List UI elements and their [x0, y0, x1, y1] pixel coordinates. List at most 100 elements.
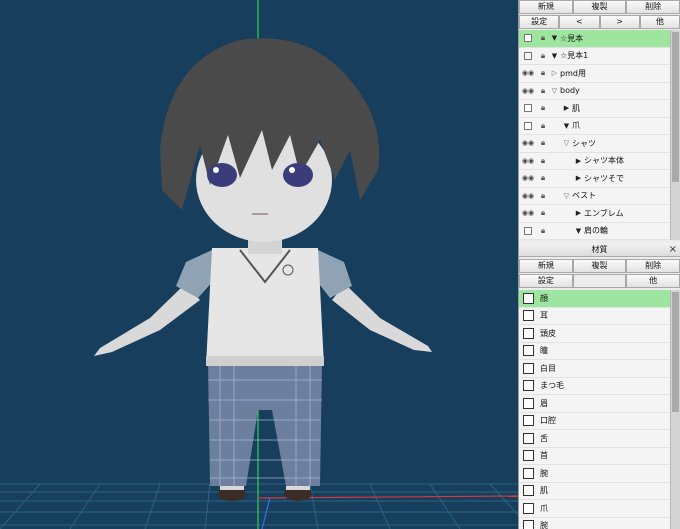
layer-row[interactable]: 🔒︎ ▶ 肌 [519, 100, 670, 118]
material-row[interactable]: 耳 [519, 308, 670, 325]
expand-arrow-icon[interactable]: ▽ [561, 192, 572, 200]
expand-arrow-icon[interactable]: ▽ [561, 139, 572, 147]
eye-icon[interactable]: ◉◉ [519, 192, 537, 200]
layer-row[interactable]: 🔒︎ ▼ ☆見本1 [519, 48, 670, 65]
layer-row[interactable]: ◉◉ 🔒︎ ▽ ベスト [519, 188, 670, 205]
layer-row[interactable]: ◉◉ 🔒︎ ▶ シャツ本体 [519, 153, 670, 170]
layer-row[interactable]: 🔒︎ ▼ 肩の輪 [519, 223, 670, 240]
material-row[interactable]: 肌 [519, 483, 670, 500]
material-blank-button[interactable] [572, 274, 627, 288]
material-visibility-checkbox[interactable] [523, 327, 534, 339]
lock-icon[interactable]: 🔒︎ [537, 51, 549, 61]
material-visibility-checkbox[interactable] [523, 292, 534, 304]
eye-icon[interactable]: ◉◉ [519, 157, 537, 165]
material-panel-titlebar: 材質 × [519, 243, 680, 257]
layer-row[interactable]: ◉◉ 🔒︎ ▶ シャツそで [519, 170, 670, 188]
eye-icon[interactable]: ◉◉ [519, 209, 537, 217]
material-visibility-checkbox[interactable] [523, 310, 534, 322]
expand-arrow-icon[interactable]: ▷ [549, 69, 560, 77]
material-row[interactable]: 爪 [519, 500, 670, 518]
material-visibility-checkbox[interactable] [523, 520, 534, 529]
material-visibility-checkbox[interactable] [523, 397, 534, 409]
eye-icon[interactable]: ◉◉ [519, 69, 537, 77]
material-row[interactable]: 口腔 [519, 413, 670, 430]
material-visibility-checkbox[interactable] [523, 502, 534, 514]
layer-other-button[interactable]: 他 [639, 15, 680, 29]
lock-icon[interactable]: 🔒︎ [537, 138, 549, 148]
material-delete-button[interactable]: 削除 [626, 259, 680, 273]
layer-settings-button[interactable]: 設定 [519, 15, 560, 29]
layer-scrollbar-thumb[interactable] [672, 32, 679, 182]
expand-arrow-icon[interactable]: ▼ [561, 122, 572, 130]
visibility-checkbox[interactable] [519, 226, 537, 235]
material-visibility-checkbox[interactable] [523, 485, 534, 497]
material-row[interactable]: 白目 [519, 360, 670, 378]
material-new-button[interactable]: 新規 [519, 259, 573, 273]
layer-name: ベスト [572, 191, 597, 201]
character-model [94, 38, 432, 501]
material-row[interactable]: まつ毛 [519, 378, 670, 395]
material-row[interactable]: 眉 [519, 395, 670, 413]
lock-icon[interactable]: 🔒︎ [537, 86, 549, 96]
close-icon[interactable]: × [669, 243, 677, 256]
visibility-checkbox[interactable] [519, 51, 537, 60]
layer-next-button[interactable]: > [599, 15, 640, 29]
visibility-checkbox[interactable] [519, 34, 537, 43]
layer-row[interactable]: ◉◉ 🔒︎ ▷ pmd用 [519, 65, 670, 83]
material-scrollbar-thumb[interactable] [672, 292, 679, 412]
visibility-checkbox[interactable] [519, 104, 537, 113]
material-duplicate-button[interactable]: 複製 [572, 259, 627, 273]
layer-row[interactable]: 🔒︎ ▼ ☆見本 [519, 30, 670, 48]
lock-icon[interactable]: 🔒︎ [537, 191, 549, 201]
material-row[interactable]: 顔 [519, 290, 670, 308]
material-visibility-checkbox[interactable] [523, 380, 534, 392]
layer-prev-button[interactable]: < [559, 15, 600, 29]
material-name: 口腔 [540, 416, 556, 426]
material-row[interactable]: 瞳 [519, 343, 670, 360]
material-panel: 材質 × 新規 複製 削除 設定 他 顔耳頭皮瞳白目 まつ毛眉口腔舌首腕肌爪腕 [518, 243, 680, 529]
material-visibility-checkbox[interactable] [523, 450, 534, 462]
material-other-button[interactable]: 他 [626, 274, 680, 288]
material-visibility-checkbox[interactable] [523, 345, 534, 357]
lock-icon[interactable]: 🔒︎ [537, 68, 549, 78]
lock-icon[interactable]: 🔒︎ [537, 156, 549, 166]
expand-arrow-icon[interactable]: ▶ [573, 157, 584, 165]
layer-delete-button[interactable]: 削除 [626, 0, 680, 14]
expand-arrow-icon[interactable]: ▶ [561, 104, 572, 112]
material-settings-button[interactable]: 設定 [519, 274, 573, 288]
material-row[interactable]: 首 [519, 448, 670, 465]
layer-row[interactable]: ◉◉ 🔒︎ ▽ シャツ [519, 135, 670, 153]
expand-arrow-icon[interactable]: ▼ [549, 34, 560, 42]
expand-arrow-icon[interactable]: ▶ [573, 174, 584, 182]
material-visibility-checkbox[interactable] [523, 432, 534, 444]
material-visibility-checkbox[interactable] [523, 467, 534, 479]
layer-row[interactable]: ◉◉ 🔒︎ ▽ body [519, 83, 670, 100]
layer-row[interactable]: ◉◉ 🔒︎ ▶ エンブレム [519, 205, 670, 223]
material-row[interactable]: 腕 [519, 518, 670, 529]
layer-new-button[interactable]: 新規 [519, 0, 573, 14]
visibility-checkbox[interactable] [519, 121, 537, 130]
eye-icon[interactable]: ◉◉ [519, 87, 537, 95]
material-row[interactable]: 舌 [519, 430, 670, 448]
lock-icon[interactable]: 🔒︎ [537, 103, 549, 113]
material-row[interactable]: 腕 [519, 465, 670, 483]
layer-scrollbar[interactable] [670, 30, 680, 240]
lock-icon[interactable]: 🔒︎ [537, 208, 549, 218]
expand-arrow-icon[interactable]: ▼ [549, 52, 560, 60]
layer-duplicate-button[interactable]: 複製 [572, 0, 627, 14]
material-visibility-checkbox[interactable] [523, 362, 534, 374]
lock-icon[interactable]: 🔒︎ [537, 121, 549, 131]
material-scrollbar[interactable] [670, 290, 680, 529]
lock-icon[interactable]: 🔒︎ [537, 173, 549, 183]
lock-icon[interactable]: 🔒︎ [537, 33, 549, 43]
expand-arrow-icon[interactable]: ▶ [573, 209, 584, 217]
material-row[interactable]: 頭皮 [519, 325, 670, 343]
expand-arrow-icon[interactable]: ▼ [573, 227, 584, 235]
3d-viewport[interactable] [0, 0, 518, 529]
eye-icon[interactable]: ◉◉ [519, 139, 537, 147]
layer-row[interactable]: 🔒︎ ▼ 爪 [519, 118, 670, 135]
material-visibility-checkbox[interactable] [523, 415, 534, 427]
lock-icon[interactable]: 🔒︎ [537, 226, 549, 236]
eye-icon[interactable]: ◉◉ [519, 174, 537, 182]
expand-arrow-icon[interactable]: ▽ [549, 87, 560, 95]
